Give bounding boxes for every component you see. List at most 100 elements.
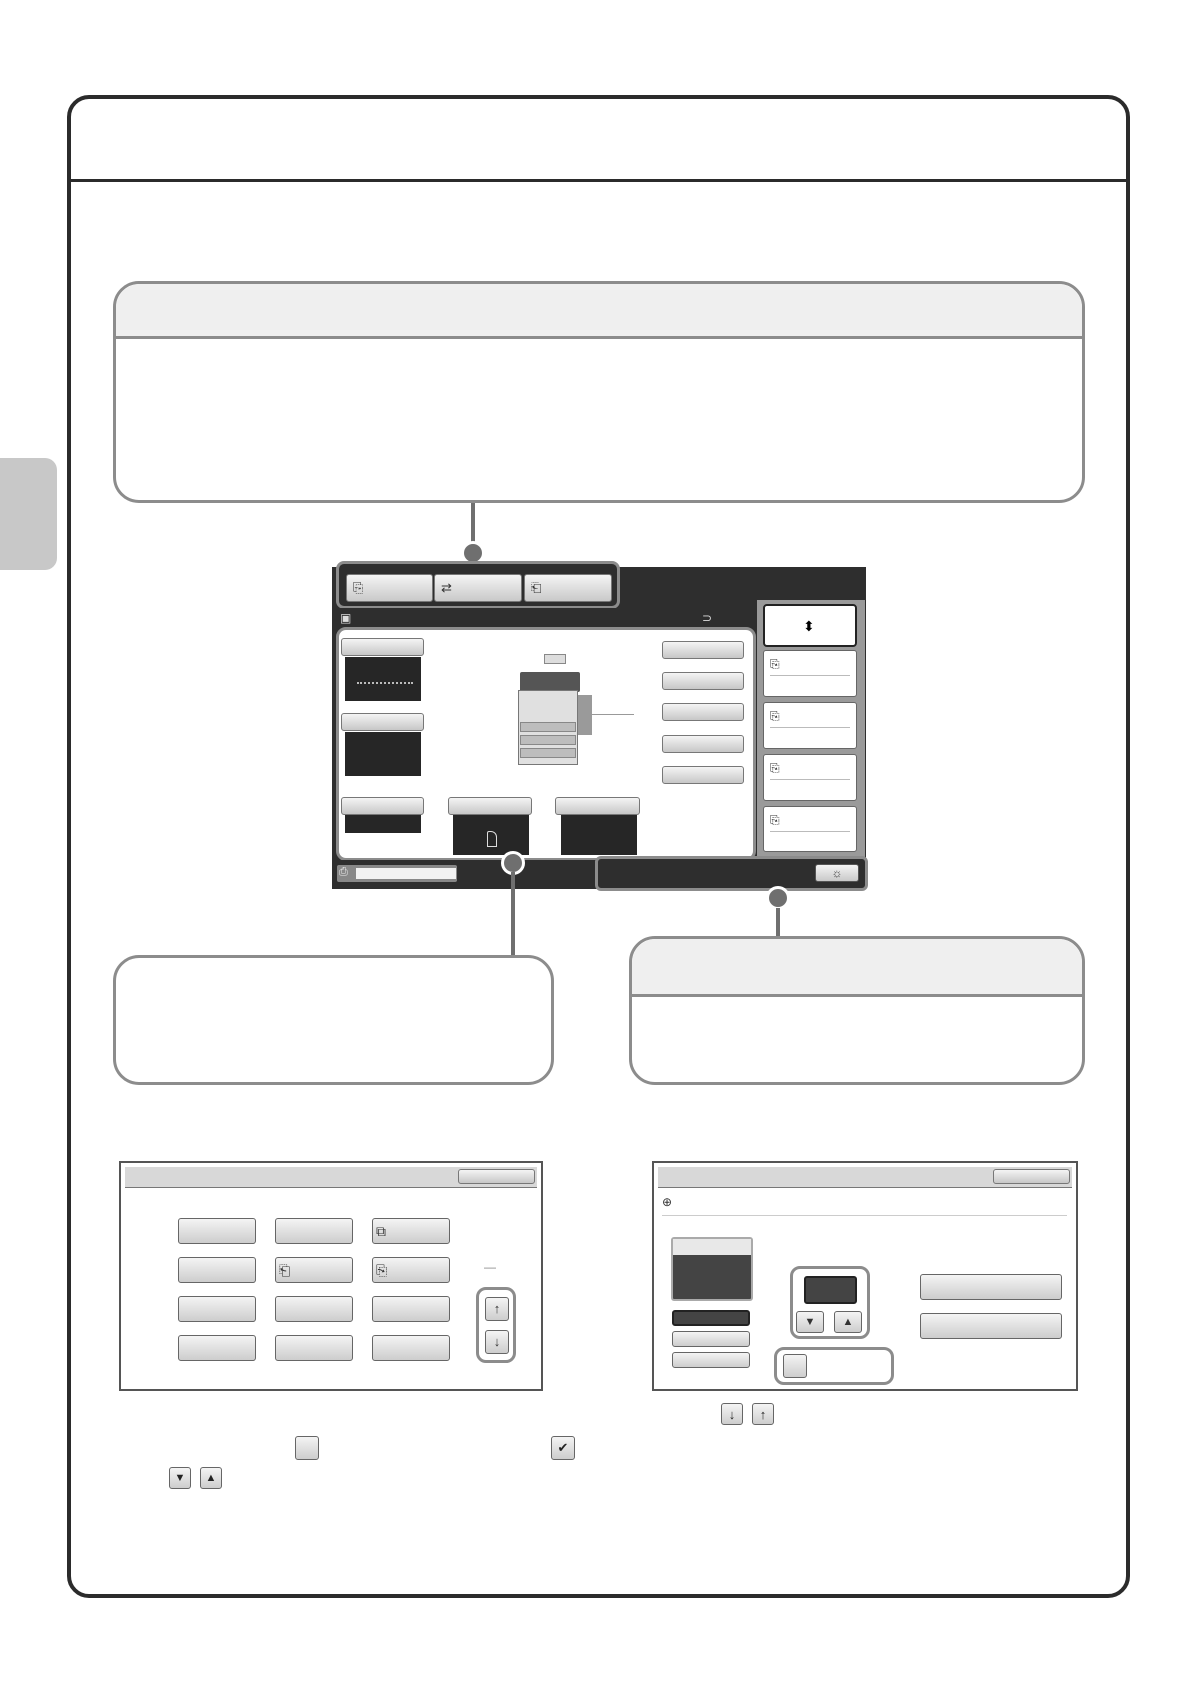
paper-icon: [544, 654, 566, 664]
sun-icon: ☼: [831, 866, 843, 880]
document-filing-mode-tab[interactable]: ⎗: [524, 574, 612, 602]
function-key[interactable]: [448, 797, 532, 815]
setting-key[interactable]: [920, 1274, 1062, 1300]
copy-mode-tab[interactable]: ⎘: [346, 574, 433, 602]
setting-display-header: [673, 1239, 751, 1255]
image-send-icon: ⇄: [441, 580, 452, 595]
header-rule: [70, 179, 1128, 182]
triangle-down-icon: ▼: [169, 1467, 191, 1489]
base-screen-callout: [113, 955, 554, 1085]
chapter-tab: [0, 458, 57, 570]
copier-icon: [520, 672, 580, 692]
scroll-up-button[interactable]: ↑: [485, 1297, 509, 1321]
ok-button[interactable]: [993, 1169, 1070, 1184]
function-key[interactable]: [341, 713, 424, 731]
screen-title-bar: [125, 1167, 537, 1188]
up-arrow-icon: ↑: [752, 1403, 774, 1425]
function-key[interactable]: [662, 735, 744, 753]
option-key[interactable]: [672, 1352, 750, 1368]
setting-screen: ⊕ ▼ ▲: [652, 1161, 1078, 1391]
setting-display: [345, 815, 421, 833]
up-down-arrow-icon: ⬍: [803, 618, 815, 634]
ok-button[interactable]: [458, 1169, 535, 1184]
book-copy-icon: ⎗: [279, 1262, 291, 1278]
function-key[interactable]: [662, 703, 744, 721]
special-mode-key[interactable]: [372, 1296, 450, 1322]
down-arrow-icon: ↓: [493, 1334, 501, 1349]
job-card[interactable]: ⎘: [763, 754, 857, 801]
job-status-button[interactable]: ☼: [815, 864, 859, 882]
function-key[interactable]: [662, 672, 744, 690]
decrease-button[interactable]: ▼: [796, 1311, 824, 1333]
option-key[interactable]: [672, 1331, 750, 1347]
job-status-callout: [629, 936, 1085, 1085]
special-mode-key[interactable]: ⎘: [372, 1257, 450, 1283]
return-icon[interactable]: ⊃: [702, 611, 712, 625]
document-filing-icon: ⎗: [531, 580, 542, 595]
tray-leader-line: [592, 714, 634, 715]
paper-tray: [520, 735, 576, 745]
page-indicator-line: —: [484, 1260, 496, 1274]
checkmark-icon: ✔: [551, 1436, 575, 1460]
value-adjust-highlight: ▼ ▲: [790, 1266, 870, 1339]
checkbox-highlight: [774, 1347, 894, 1385]
function-key[interactable]: [341, 797, 424, 815]
screen-title-bar: [658, 1167, 1072, 1188]
mode-tabs-callout: [113, 281, 1085, 503]
setting-display: [561, 815, 637, 855]
callout-connector-status: [776, 908, 780, 937]
triangle-up-icon: ▲: [200, 1467, 222, 1489]
copy-icon: ⎘: [770, 813, 780, 827]
special-mode-key[interactable]: [275, 1335, 353, 1361]
special-mode-key[interactable]: [178, 1257, 256, 1283]
scan-icon: ⎙: [339, 866, 348, 878]
job-order-toggle-button[interactable]: ⬍: [763, 604, 857, 647]
copy-icon: ⊕: [662, 1195, 673, 1209]
setting-key[interactable]: [920, 1313, 1062, 1339]
triangle-up-icon: ▲: [842, 1316, 854, 1328]
copy-icon: ⎘: [770, 709, 780, 723]
setting-display: [453, 815, 529, 855]
document-icon: [487, 831, 497, 847]
setting-display: [345, 657, 421, 701]
dotted-indicator: [357, 682, 413, 684]
special-mode-key[interactable]: ⧉: [372, 1218, 450, 1244]
special-mode-key[interactable]: [275, 1218, 353, 1244]
divider: [662, 1215, 1067, 1216]
special-mode-key[interactable]: [178, 1218, 256, 1244]
selected-option[interactable]: [672, 1310, 750, 1326]
job-card[interactable]: ⎘: [763, 702, 857, 749]
job-status-callout-header: [632, 939, 1082, 997]
down-arrow-icon: ↓: [721, 1403, 743, 1425]
panel-mode-icon: ▣: [340, 611, 352, 625]
job-card[interactable]: ⎘: [763, 806, 857, 852]
progress-field: [356, 868, 456, 879]
function-key[interactable]: [555, 797, 640, 815]
scroll-keys-highlight: ↑ ↓: [476, 1287, 516, 1363]
up-arrow-icon: ↑: [493, 1301, 501, 1316]
function-key[interactable]: [662, 766, 744, 784]
special-modes-screen: ⧉ ⎗ ⎘ — ↑ ↓: [119, 1161, 543, 1391]
special-mode-key[interactable]: [178, 1296, 256, 1322]
empty-checkbox-icon[interactable]: [783, 1354, 807, 1378]
increase-button[interactable]: ▲: [834, 1311, 862, 1333]
empty-checkbox-icon: [295, 1436, 319, 1460]
setting-display: [671, 1237, 753, 1301]
finisher: [578, 695, 592, 735]
special-mode-key[interactable]: [178, 1335, 256, 1361]
setting-display: [345, 732, 421, 776]
special-mode-key[interactable]: [275, 1296, 353, 1322]
callout-connector-base: [511, 872, 515, 956]
callout-pointer-status: [766, 886, 790, 910]
image-send-mode-tab[interactable]: ⇄: [434, 574, 522, 602]
paper-tray: [520, 748, 576, 758]
copy-icon: ⎘: [353, 580, 364, 595]
panel-subheader: ▣ ⊃: [332, 608, 756, 628]
special-mode-key[interactable]: [372, 1335, 450, 1361]
job-build-icon: ⎘: [376, 1262, 388, 1278]
function-key[interactable]: [662, 641, 744, 659]
function-key[interactable]: [341, 638, 424, 656]
job-card[interactable]: ⎘: [763, 650, 857, 697]
scroll-down-button[interactable]: ↓: [485, 1330, 509, 1354]
special-mode-key[interactable]: ⎗: [275, 1257, 353, 1283]
